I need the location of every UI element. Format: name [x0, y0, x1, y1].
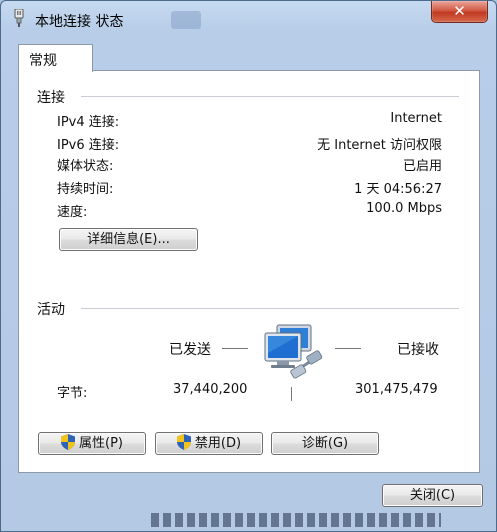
close-button-label: 关闭(C): [409, 488, 456, 503]
diagnose-button[interactable]: 诊断(G): [271, 432, 379, 455]
background-blur: [171, 11, 201, 29]
ipv4-value: Internet: [390, 111, 442, 126]
bytes-label: 字节:: [57, 386, 88, 401]
background-text-overlay: [151, 513, 441, 527]
window-title: 本地连接 状态: [35, 14, 124, 30]
tab-general-label: 常规: [29, 53, 57, 69]
media-state-label: 媒体状态:: [57, 159, 114, 174]
duration-label: 持续时间:: [57, 182, 114, 197]
ipv4-label: IPv4 连接:: [57, 115, 120, 130]
close-window-button[interactable]: ✕: [431, 1, 488, 23]
general-panel: 连接 IPv4 连接: Internet IPv6 连接: 无 Internet…: [18, 70, 480, 473]
properties-button[interactable]: 属性(P): [38, 432, 146, 455]
ipv6-value: 无 Internet 访问权限: [317, 138, 442, 153]
sent-label: 已发送: [169, 342, 211, 358]
disable-button[interactable]: 禁用(D): [155, 432, 263, 455]
media-state-value: 已启用: [402, 159, 442, 174]
duration-value: 1 天 04:56:27: [354, 182, 442, 197]
ipv6-label: IPv6 连接:: [57, 138, 120, 153]
connection-divider: [81, 96, 459, 97]
tab-bar: 常规: [11, 41, 487, 72]
connection-heading: 连接: [37, 87, 71, 107]
diagnose-button-label: 诊断(G): [301, 436, 349, 451]
speed-value: 100.0 Mbps: [366, 201, 442, 216]
bytes-received-value: 301,475,479: [355, 382, 438, 397]
close-button[interactable]: 关闭(C): [382, 484, 483, 507]
status-window: 本地连接 状态 ✕ 常规 连接 IPv4 连接: Internet IPv6 连…: [0, 0, 497, 532]
activity-heading: 活动: [37, 299, 71, 319]
properties-button-label: 属性(P): [79, 436, 123, 451]
connector-tick: [291, 387, 292, 401]
close-icon: ✕: [453, 2, 466, 20]
network-adapter-icon: [12, 8, 26, 27]
details-button-label: 详细信息(E)...: [87, 232, 170, 247]
speed-label: 速度:: [57, 205, 88, 220]
title-bar[interactable]: 本地连接 状态 ✕: [1, 1, 496, 35]
sent-line: [222, 348, 248, 349]
received-label: 已接收: [397, 342, 439, 358]
network-computers-icon: [263, 323, 329, 389]
bytes-sent-value: 37,440,200: [173, 382, 248, 397]
received-line: [335, 348, 361, 349]
activity-divider: [81, 308, 459, 309]
details-button[interactable]: 详细信息(E)...: [59, 228, 198, 251]
disable-button-label: 禁用(D): [194, 436, 242, 451]
uac-shield-icon: [61, 434, 75, 457]
tab-general[interactable]: 常规: [18, 44, 93, 72]
uac-shield-icon: [176, 434, 191, 457]
